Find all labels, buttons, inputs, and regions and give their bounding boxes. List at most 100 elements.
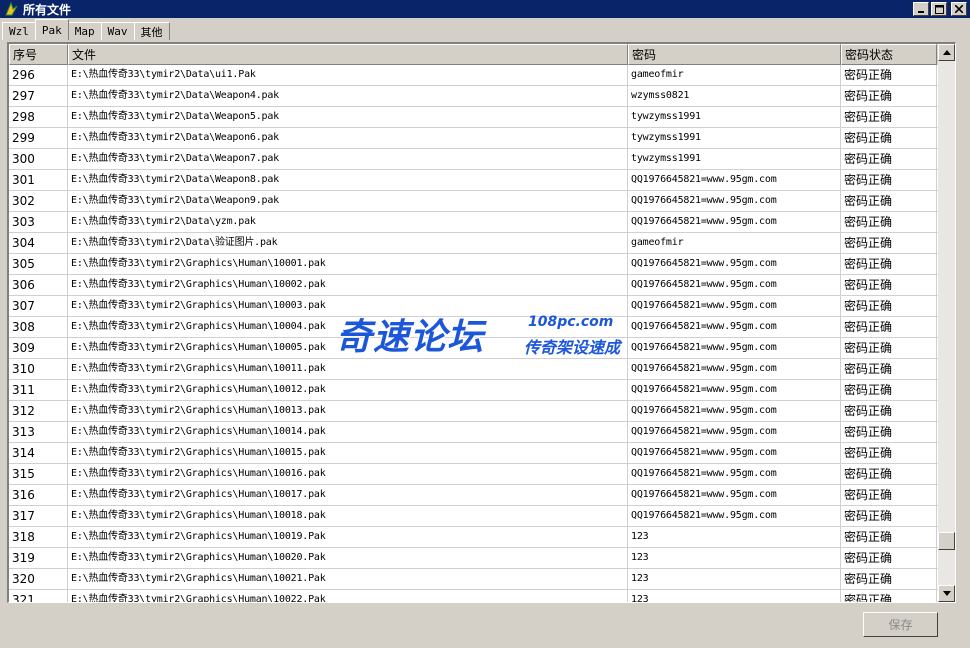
close-button[interactable]	[951, 2, 967, 16]
tab-map[interactable]: Map	[67, 22, 102, 40]
cell-file: E:\热血传奇33\tymir2\Graphics\Human\10012.pa…	[68, 380, 628, 400]
cell-file: E:\热血传奇33\tymir2\Data\Weapon7.pak	[68, 149, 628, 169]
cell-file: E:\热血传奇33\tymir2\Graphics\Human\10001.pa…	[68, 254, 628, 274]
scroll-thumb[interactable]	[938, 532, 955, 550]
cell-password: QQ1976645821=www.95gm.com	[628, 296, 841, 316]
cell-status: 密码正确	[841, 380, 937, 400]
table-row[interactable]: 305 E:\热血传奇33\tymir2\Graphics\Human\10001…	[9, 254, 938, 275]
list-rows: 296 E:\热血传奇33\tymir2\Data\ui1.Pak gameofmi…	[9, 65, 938, 602]
cell-index: 320	[9, 569, 68, 589]
cell-password: QQ1976645821=www.95gm.com	[628, 170, 841, 190]
cell-status: 密码正确	[841, 107, 937, 127]
cell-status: 密码正确	[841, 233, 937, 253]
app-icon	[3, 1, 19, 17]
column-header-password[interactable]: 密码	[628, 44, 841, 65]
cell-index: 298	[9, 107, 68, 127]
cell-index: 304	[9, 233, 68, 253]
cell-file: E:\热血传奇33\tymir2\Graphics\Human\10004.pa…	[68, 317, 628, 337]
cell-status: 密码正确	[841, 128, 937, 148]
table-row[interactable]: 308 E:\热血传奇33\tymir2\Graphics\Human\10004…	[9, 317, 938, 338]
tab-pak[interactable]: Pak	[34, 19, 69, 40]
save-button[interactable]: 保存	[863, 612, 938, 637]
tab-wzl[interactable]: Wzl	[2, 22, 36, 40]
cell-password: QQ1976645821=www.95gm.com	[628, 422, 841, 442]
table-row[interactable]: 318 E:\热血传奇33\tymir2\Graphics\Human\10019…	[9, 527, 938, 548]
cell-status: 密码正确	[841, 212, 937, 232]
cell-password: QQ1976645821=www.95gm.com	[628, 401, 841, 421]
cell-password: QQ1976645821=www.95gm.com	[628, 443, 841, 463]
tab-strip: Wzl Pak Map Wav 其他	[2, 18, 170, 40]
cell-index: 302	[9, 191, 68, 211]
cell-status: 密码正确	[841, 569, 937, 589]
table-row[interactable]: 306 E:\热血传奇33\tymir2\Graphics\Human\10002…	[9, 275, 938, 296]
cell-status: 密码正确	[841, 254, 937, 274]
cell-index: 310	[9, 359, 68, 379]
cell-index: 317	[9, 506, 68, 526]
cell-file: E:\热血传奇33\tymir2\Graphics\Human\10016.pa…	[68, 464, 628, 484]
cell-password: QQ1976645821=www.95gm.com	[628, 317, 841, 337]
cell-password: QQ1976645821=www.95gm.com	[628, 506, 841, 526]
table-row[interactable]: 315 E:\热血传奇33\tymir2\Graphics\Human\10016…	[9, 464, 938, 485]
table-row[interactable]: 309 E:\热血传奇33\tymir2\Graphics\Human\10005…	[9, 338, 938, 359]
window-title: 所有文件	[23, 2, 72, 17]
cell-file: E:\热血传奇33\tymir2\Data\验证图片.pak	[68, 233, 628, 253]
tab-wav[interactable]: Wav	[100, 22, 135, 40]
arrow-up-icon	[942, 50, 951, 55]
cell-file: E:\热血传奇33\tymir2\Data\Weapon8.pak	[68, 170, 628, 190]
scroll-down-button[interactable]	[938, 585, 955, 602]
table-row[interactable]: 302 E:\热血传奇33\tymir2\Data\Weapon9.pak QQ19…	[9, 191, 938, 212]
vertical-scrollbar[interactable]	[938, 44, 955, 602]
cell-file: E:\热血传奇33\tymir2\Graphics\Human\10011.pa…	[68, 359, 628, 379]
cell-password: 123	[628, 590, 841, 602]
cell-file: E:\热血传奇33\tymir2\Graphics\Human\10002.pa…	[68, 275, 628, 295]
table-row[interactable]: 298 E:\热血传奇33\tymir2\Data\Weapon5.pak tywz…	[9, 107, 938, 128]
table-row[interactable]: 296 E:\热血传奇33\tymir2\Data\ui1.Pak gameofmi…	[9, 65, 938, 86]
table-row[interactable]: 320 E:\热血传奇33\tymir2\Graphics\Human\10021…	[9, 569, 938, 590]
cell-file: E:\热血传奇33\tymir2\Graphics\Human\10021.Pa…	[68, 569, 628, 589]
table-row[interactable]: 304 E:\热血传奇33\tymir2\Data\验证图片.pak gameofm…	[9, 233, 938, 254]
cell-index: 309	[9, 338, 68, 358]
close-icon	[955, 5, 963, 13]
cell-file: E:\热血传奇33\tymir2\Graphics\Human\10015.pa…	[68, 443, 628, 463]
cell-password: QQ1976645821=www.95gm.com	[628, 359, 841, 379]
minimize-button[interactable]	[913, 2, 929, 16]
table-row[interactable]: 313 E:\热血传奇33\tymir2\Graphics\Human\10014…	[9, 422, 938, 443]
cell-status: 密码正确	[841, 590, 937, 602]
cell-file: E:\热血传奇33\tymir2\Graphics\Human\10020.Pa…	[68, 548, 628, 568]
scroll-up-button[interactable]	[938, 44, 955, 61]
table-row[interactable]: 307 E:\热血传奇33\tymir2\Graphics\Human\10003…	[9, 296, 938, 317]
cell-status: 密码正确	[841, 485, 937, 505]
cell-password: 123	[628, 569, 841, 589]
cell-file: E:\热血传奇33\tymir2\Graphics\Human\10017.pa…	[68, 485, 628, 505]
table-row[interactable]: 303 E:\热血传奇33\tymir2\Data\yzm.pak QQ197664…	[9, 212, 938, 233]
table-row[interactable]: 301 E:\热血传奇33\tymir2\Data\Weapon8.pak QQ19…	[9, 170, 938, 191]
cell-file: E:\热血传奇33\tymir2\Data\ui1.Pak	[68, 65, 628, 85]
table-row[interactable]: 312 E:\热血传奇33\tymir2\Graphics\Human\10013…	[9, 401, 938, 422]
cell-status: 密码正确	[841, 275, 937, 295]
cell-file: E:\热血传奇33\tymir2\Graphics\Human\10018.pa…	[68, 506, 628, 526]
cell-password: QQ1976645821=www.95gm.com	[628, 380, 841, 400]
column-header-index[interactable]: 序号	[9, 44, 68, 65]
table-row[interactable]: 297 E:\热血传奇33\tymir2\Data\Weapon4.pak wzym…	[9, 86, 938, 107]
cell-password: 123	[628, 548, 841, 568]
table-row[interactable]: 310 E:\热血传奇33\tymir2\Graphics\Human\10011…	[9, 359, 938, 380]
table-row[interactable]: 316 E:\热血传奇33\tymir2\Graphics\Human\10017…	[9, 485, 938, 506]
column-header-status[interactable]: 密码状态	[841, 44, 937, 65]
table-row[interactable]: 314 E:\热血传奇33\tymir2\Graphics\Human\10015…	[9, 443, 938, 464]
table-row[interactable]: 321 E:\热血传奇33\tymir2\Graphics\Human\10022…	[9, 590, 938, 602]
file-list[interactable]: 序号 文件 密码 密码状态 296 E:\热血传奇33\tymir2\Data\u…	[7, 42, 956, 603]
cell-file: E:\热血传奇33\tymir2\Data\yzm.pak	[68, 212, 628, 232]
table-row[interactable]: 300 E:\热血传奇33\tymir2\Data\Weapon7.pak tywz…	[9, 149, 938, 170]
table-row[interactable]: 299 E:\热血传奇33\tymir2\Data\Weapon6.pak tywz…	[9, 128, 938, 149]
cell-file: E:\热血传奇33\tymir2\Data\Weapon6.pak	[68, 128, 628, 148]
table-row[interactable]: 311 E:\热血传奇33\tymir2\Graphics\Human\10012…	[9, 380, 938, 401]
maximize-button[interactable]	[931, 2, 947, 16]
table-row[interactable]: 317 E:\热血传奇33\tymir2\Graphics\Human\10018…	[9, 506, 938, 527]
tab-other[interactable]: 其他	[133, 22, 170, 40]
cell-password: QQ1976645821=www.95gm.com	[628, 485, 841, 505]
cell-status: 密码正确	[841, 317, 937, 337]
column-header-file[interactable]: 文件	[68, 44, 628, 65]
table-row[interactable]: 319 E:\热血传奇33\tymir2\Graphics\Human\10020…	[9, 548, 938, 569]
cell-password: QQ1976645821=www.95gm.com	[628, 254, 841, 274]
cell-password: 123	[628, 527, 841, 547]
